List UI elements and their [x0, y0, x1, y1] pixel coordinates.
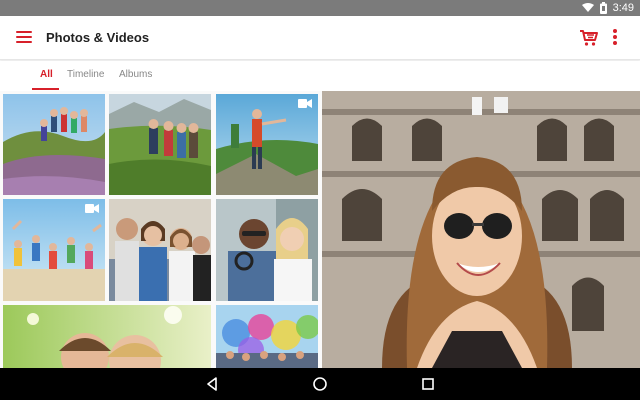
tab-timeline[interactable]: Timeline — [67, 69, 104, 80]
photo-tile[interactable] — [109, 94, 211, 195]
featured-photo[interactable] — [322, 91, 640, 368]
more-vertical-icon[interactable] — [608, 28, 622, 48]
photo-tile[interactable] — [216, 305, 318, 368]
tab-albums[interactable]: Albums — [119, 69, 152, 80]
photo-thumbnail — [109, 199, 211, 301]
recents-icon[interactable] — [420, 376, 436, 392]
tab-bar: All Timeline Albums — [0, 61, 640, 91]
photo-tile[interactable] — [216, 199, 318, 301]
tab-indicator — [32, 88, 59, 90]
video-tile[interactable] — [216, 94, 318, 195]
status-bar: 3:49 — [0, 0, 640, 16]
status-icons: 3:49 — [581, 1, 634, 15]
photo-grid — [0, 91, 320, 368]
photo-tile[interactable] — [3, 305, 211, 368]
photo-thumbnail — [216, 94, 318, 195]
shopping-cart-icon[interactable] — [579, 29, 599, 47]
photo-thumbnail — [3, 305, 211, 368]
tab-all[interactable]: All — [40, 69, 53, 80]
photo-thumbnail — [3, 199, 105, 301]
wifi-icon — [581, 3, 594, 12]
page-title: Photos & Videos — [46, 30, 150, 45]
app-bar: Photos & Videos — [0, 16, 640, 60]
back-icon[interactable] — [204, 376, 220, 392]
photo-thumbnail — [109, 94, 211, 195]
status-time: 3:49 — [612, 2, 634, 14]
video-camera-icon — [85, 204, 99, 213]
photo-tile[interactable] — [3, 94, 105, 195]
photo-thumbnail — [3, 94, 105, 195]
video-camera-icon — [298, 99, 312, 108]
hamburger-menu-icon[interactable] — [14, 29, 34, 47]
photo-thumbnail — [216, 199, 318, 301]
photo-tile[interactable] — [109, 199, 211, 301]
video-tile[interactable] — [3, 199, 105, 301]
system-nav-bar — [0, 368, 640, 400]
home-icon[interactable] — [312, 376, 328, 392]
featured-photo-image — [322, 91, 640, 368]
battery-icon — [599, 2, 607, 14]
photo-thumbnail — [216, 305, 318, 368]
